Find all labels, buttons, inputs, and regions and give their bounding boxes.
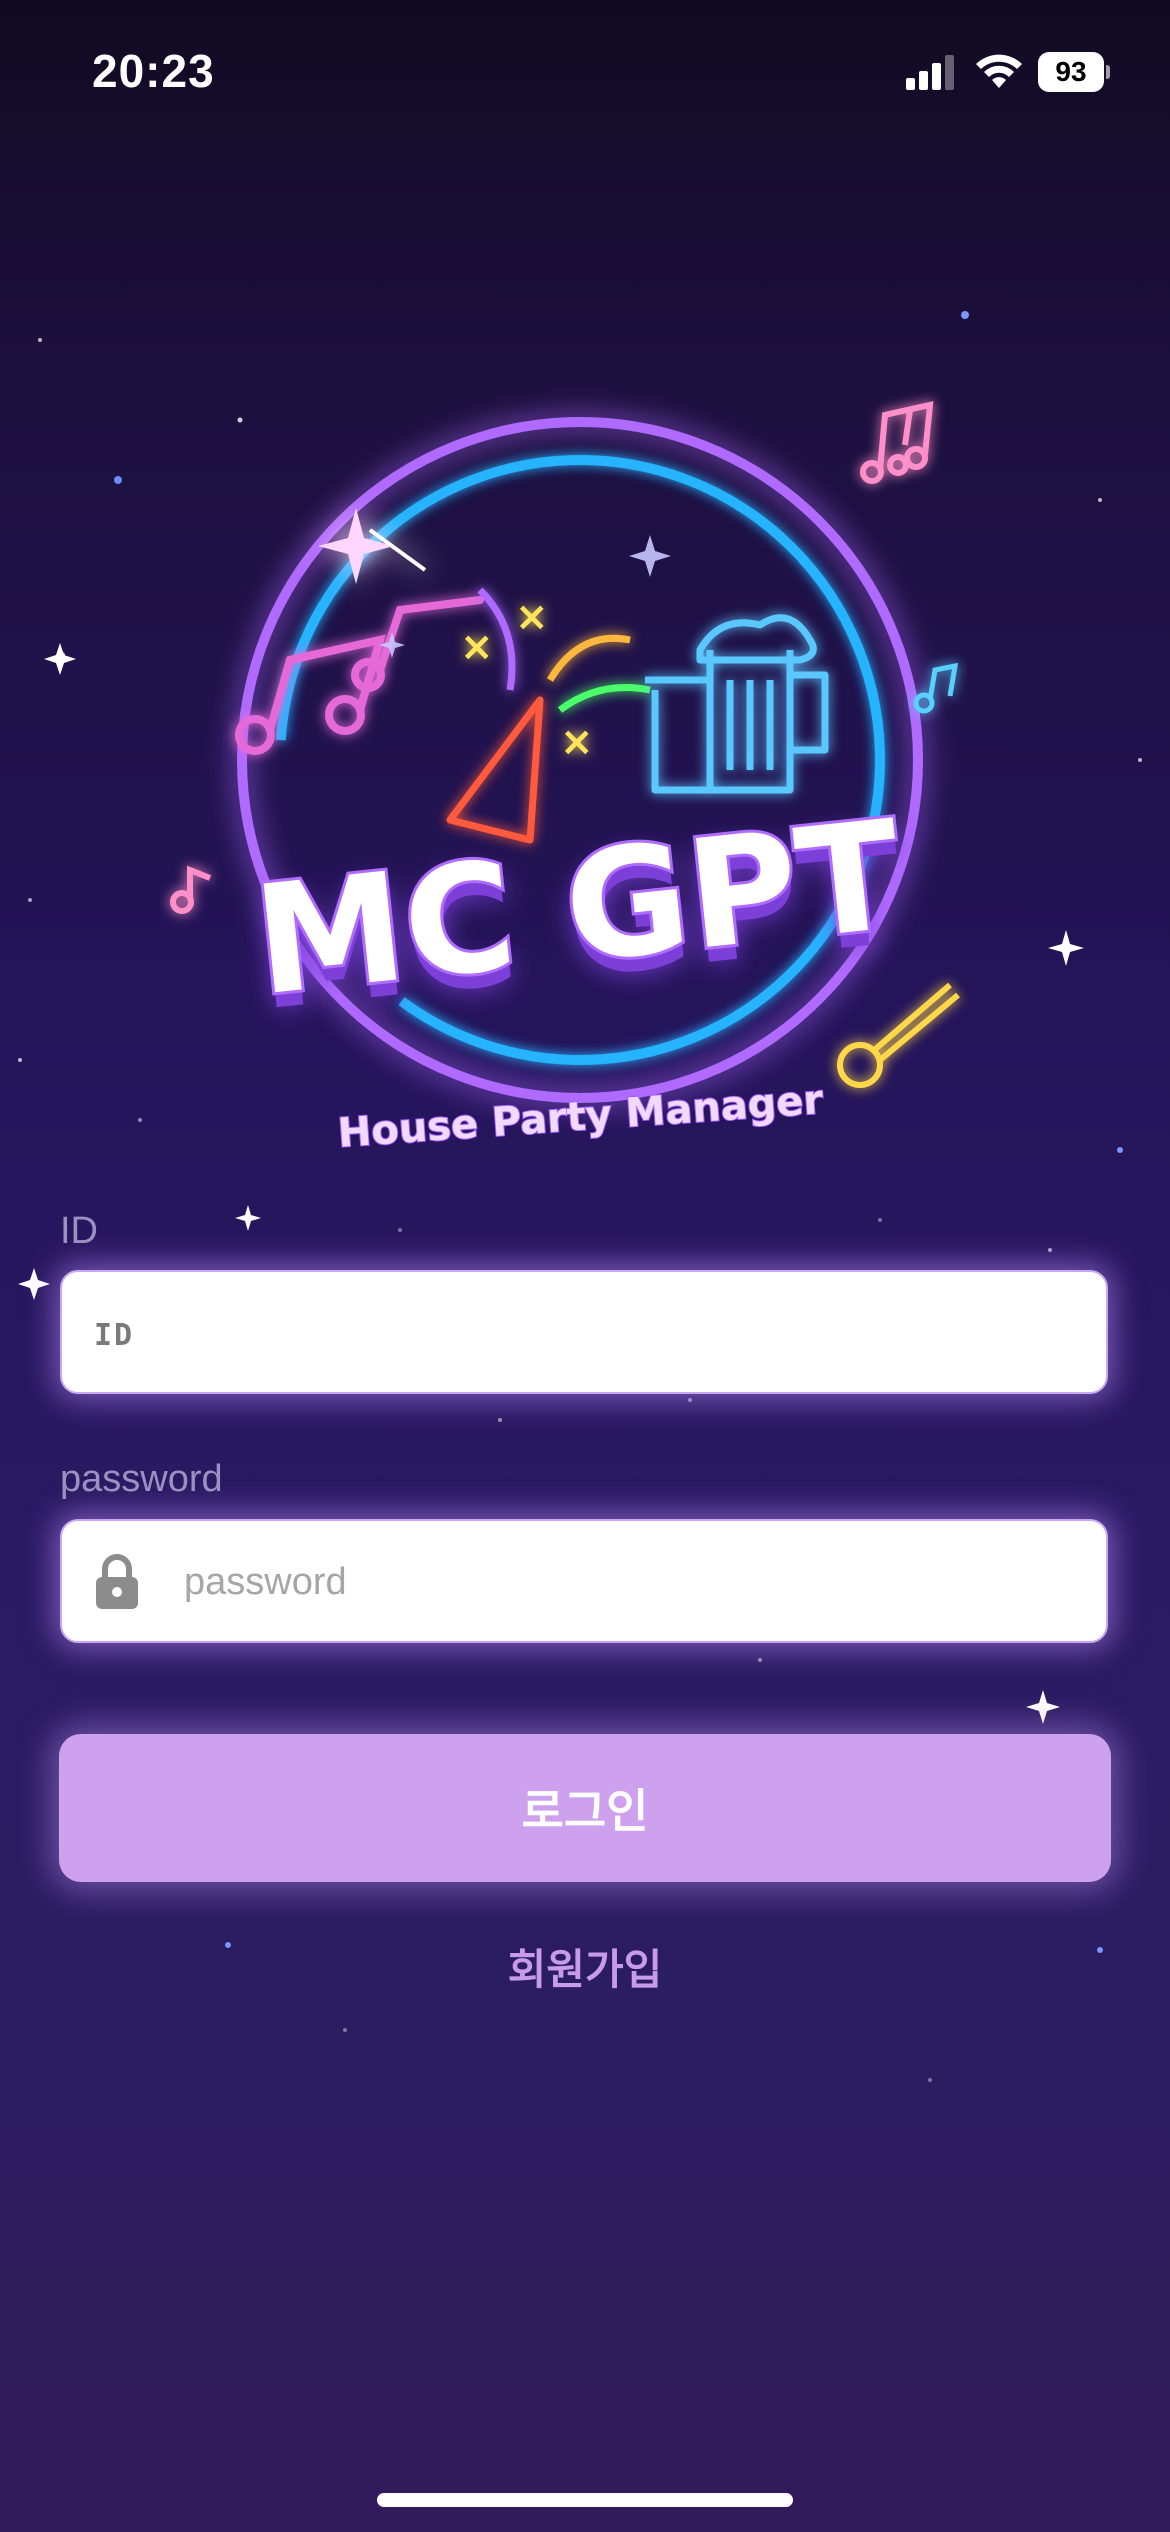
battery-icon: 93: [1038, 52, 1110, 92]
status-bar: 20:23 93: [0, 0, 1170, 140]
signup-link[interactable]: 회원가입: [0, 1936, 1170, 1997]
home-indicator[interactable]: [377, 2493, 793, 2507]
id-input[interactable]: [92, 1272, 1076, 1394]
battery-level: 93: [1038, 52, 1104, 92]
logo-title-text: MC GPT: [247, 789, 909, 1030]
beer-mugs-icon: [645, 614, 829, 794]
logo-subtitle: House Party Manager: [336, 1077, 824, 1157]
app-logo: × × × MC GPT MC GPT House Party Manager: [170, 401, 960, 1158]
party-popper-icon: × × ×: [446, 587, 651, 844]
wifi-icon: [976, 54, 1022, 88]
login-button[interactable]: 로그인: [59, 1734, 1111, 1882]
microphone-icon: [837, 982, 960, 1088]
lock-icon: [96, 1554, 138, 1609]
music-note-icon: [913, 662, 959, 714]
svg-text:×: ×: [515, 594, 549, 640]
password-label: password: [60, 1458, 223, 1500]
status-time: 20:23: [92, 45, 215, 97]
svg-text:×: ×: [460, 624, 494, 670]
id-field[interactable]: [60, 1270, 1108, 1394]
signal-icon: [906, 55, 954, 90]
id-label: ID: [60, 1210, 98, 1252]
password-input[interactable]: [182, 1521, 1086, 1643]
password-field[interactable]: [60, 1519, 1108, 1643]
svg-text:×: ×: [560, 719, 594, 765]
